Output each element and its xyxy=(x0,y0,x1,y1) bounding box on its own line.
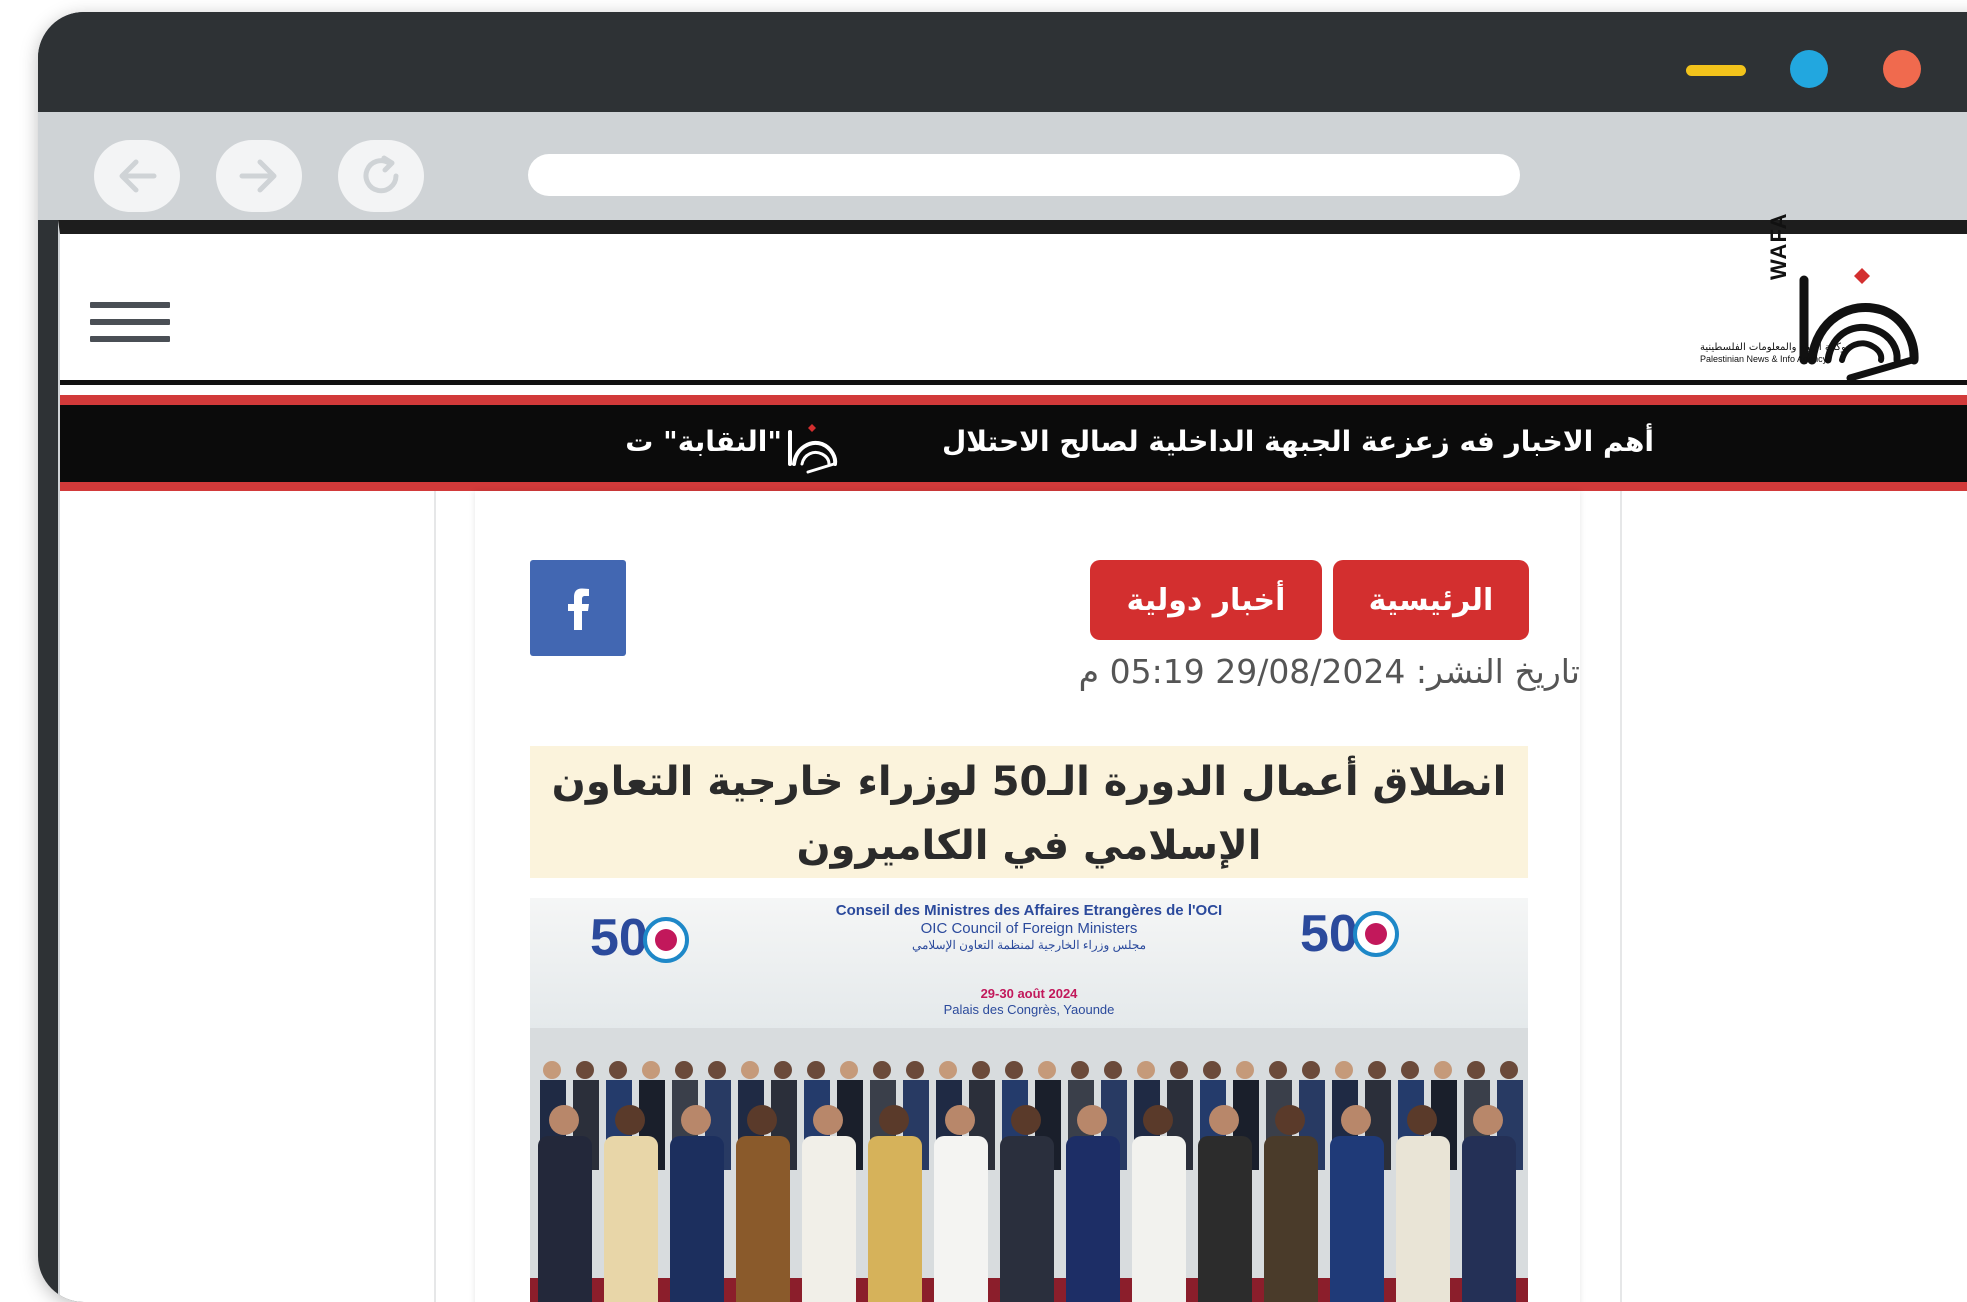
page-viewport: WAFA وكالة الأنباء والمعلومات الفلسطينية… xyxy=(58,212,1967,1302)
address-bar[interactable] xyxy=(528,154,1520,196)
back-arrow-icon xyxy=(119,159,157,193)
ticker-item[interactable]: "النقابة" ت xyxy=(625,425,782,458)
delegates-group-photo xyxy=(530,1028,1528,1302)
logo-wordmark: WAFA xyxy=(1766,212,1791,280)
news-ticker[interactable]: أهم الاخبار فه زعزعة الجبهة الداخلية لصا… xyxy=(60,395,1967,491)
header-divider xyxy=(60,380,1967,385)
article-photo[interactable]: Conseil des Ministres des Affaires Etran… xyxy=(530,898,1528,1302)
site-header: WAFA وكالة الأنباء والمعلومات الفلسطينية… xyxy=(60,212,1967,382)
headline-box: انطلاق أعمال الدورة الـ50 لوزراء خارجية … xyxy=(530,746,1528,878)
logo-caption-arabic: وكالة الأنباء والمعلومات الفلسطينية xyxy=(1700,342,1846,353)
oic-emblem-icon xyxy=(1353,911,1399,957)
facebook-share-button[interactable] xyxy=(530,560,626,656)
breadcrumb-home[interactable]: الرئيسية xyxy=(1333,560,1529,640)
maximize-button[interactable] xyxy=(1790,50,1828,88)
menu-icon[interactable] xyxy=(90,302,170,346)
forward-button[interactable] xyxy=(216,140,302,212)
wafa-ticker-icon xyxy=(788,424,838,474)
breadcrumb-international-news[interactable]: أخبار دولية xyxy=(1090,560,1322,640)
article-title: انطلاق أعمال الدورة الـ50 لوزراء خارجية … xyxy=(551,759,1507,869)
browser-toolbar xyxy=(38,112,1967,220)
ticker-item[interactable]: أهم الاخبار فه زعزعة الجبهة الداخلية لصا… xyxy=(942,425,1654,458)
oic-50-emblem: 50 xyxy=(590,909,648,967)
browser-titlebar xyxy=(38,12,1967,112)
reload-button[interactable] xyxy=(338,140,424,212)
banner-dates: 29-30 août 2024 xyxy=(980,986,1078,1001)
wafa-logo[interactable]: WAFA وكالة الأنباء والمعلومات الفلسطينية… xyxy=(1700,212,1930,380)
facebook-icon xyxy=(568,588,589,630)
close-button[interactable] xyxy=(1883,50,1921,88)
back-button[interactable] xyxy=(94,140,180,212)
banner-venue: Palais des Congrès, Yaounde xyxy=(943,1002,1115,1017)
oic-50-emblem: 50 xyxy=(1300,905,1358,963)
photo-banner: Conseil des Ministres des Affaires Etran… xyxy=(530,898,1528,1038)
column-divider xyxy=(1620,491,1622,1302)
logo-caption-english: Palestinian News & Info Agency xyxy=(1700,354,1828,364)
column-divider xyxy=(434,491,436,1302)
browser-window: WAFA وكالة الأنباء والمعلومات الفلسطينية… xyxy=(38,12,1967,1302)
publish-date: تاريخ النشر: 29/08/2024 05:19 م xyxy=(1078,652,1580,691)
forward-arrow-icon xyxy=(239,159,277,193)
oic-emblem-icon xyxy=(643,917,689,963)
reload-icon xyxy=(363,155,399,194)
minimize-button[interactable] xyxy=(1686,65,1746,76)
